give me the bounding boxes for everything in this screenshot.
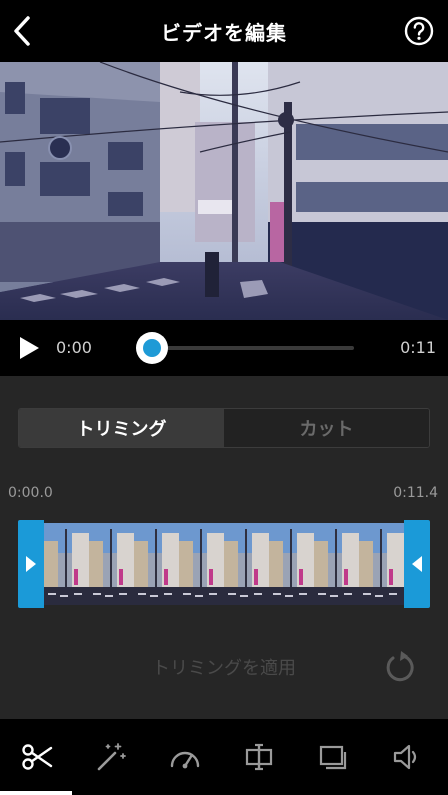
seek-track[interactable]	[152, 346, 354, 350]
video-frame-image	[0, 62, 448, 320]
filmstrip-frames	[44, 523, 406, 605]
filmstrip-frame	[44, 523, 89, 605]
trim-tool-button[interactable]	[0, 719, 74, 795]
back-chevron-icon[interactable]	[8, 12, 36, 50]
magic-wand-icon	[97, 743, 126, 771]
speaker-icon	[393, 744, 417, 770]
tab-trim[interactable]: トリミング	[19, 409, 224, 447]
bottom-toolbar	[0, 719, 448, 795]
trim-panel: トリミング カット 0:00.0 0:11.4 トリミングを適用	[0, 376, 448, 719]
filmstrip-frame	[224, 523, 269, 605]
active-tool-indicator	[0, 791, 72, 795]
play-icon[interactable]	[18, 336, 40, 360]
filmstrip[interactable]	[18, 520, 430, 608]
filter-tool-button[interactable]	[74, 719, 148, 795]
trim-end-handle[interactable]	[404, 520, 430, 608]
mode-segmented-control: トリミング カット	[18, 408, 430, 448]
top-nav-bar: ビデオを編集	[0, 0, 448, 62]
filmstrip-frame	[269, 523, 314, 605]
playback-bar: 0:00 0:11	[0, 320, 448, 376]
seek-knob[interactable]	[136, 332, 168, 364]
reset-icon[interactable]	[384, 650, 414, 682]
arrow-right-icon	[26, 556, 36, 572]
tab-cut[interactable]: カット	[224, 409, 429, 447]
filmstrip-thumbnails	[44, 523, 406, 605]
current-time: 0:00	[56, 338, 92, 357]
apply-trim-button[interactable]: トリミングを適用	[0, 654, 448, 680]
trim-start-handle[interactable]	[18, 520, 44, 608]
frame-tool-button[interactable]	[296, 719, 370, 795]
frame-icon	[319, 745, 347, 770]
aspect-tool-button[interactable]	[222, 719, 296, 795]
filmstrip-frame	[179, 523, 224, 605]
filmstrip-frame	[359, 523, 404, 605]
filmstrip-frame	[89, 523, 134, 605]
speed-tool-button[interactable]	[148, 719, 222, 795]
filmstrip-frame	[314, 523, 359, 605]
filmstrip-frame	[134, 523, 179, 605]
split-icon	[245, 743, 273, 771]
page-title: ビデオを編集	[161, 20, 287, 45]
speed-gauge-icon	[170, 751, 200, 769]
audio-tool-button[interactable]	[370, 719, 444, 795]
trim-start-time: 0:00.0	[8, 485, 53, 501]
scissors-icon	[22, 744, 53, 770]
arrow-left-icon	[412, 556, 422, 572]
video-preview[interactable]	[0, 62, 448, 320]
trim-end-time: 0:11.4	[393, 485, 438, 501]
help-icon[interactable]	[404, 16, 434, 46]
total-time: 0:11	[400, 338, 436, 357]
